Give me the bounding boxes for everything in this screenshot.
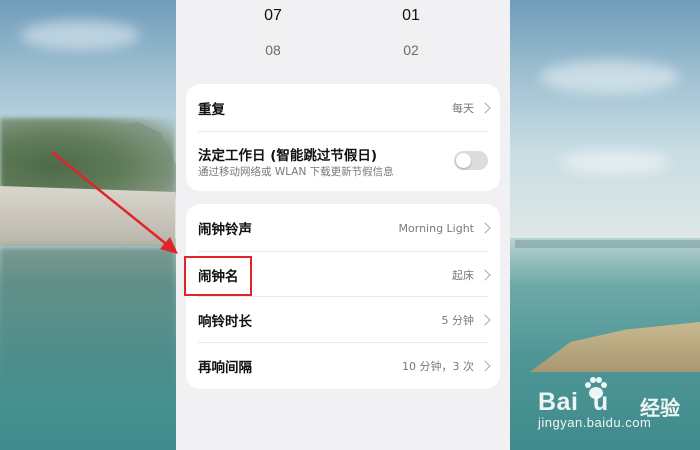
alarm-name-highlight-box — [184, 256, 252, 296]
paw-icon — [585, 377, 607, 399]
watermark-url: jingyan.baidu.com — [538, 415, 652, 430]
